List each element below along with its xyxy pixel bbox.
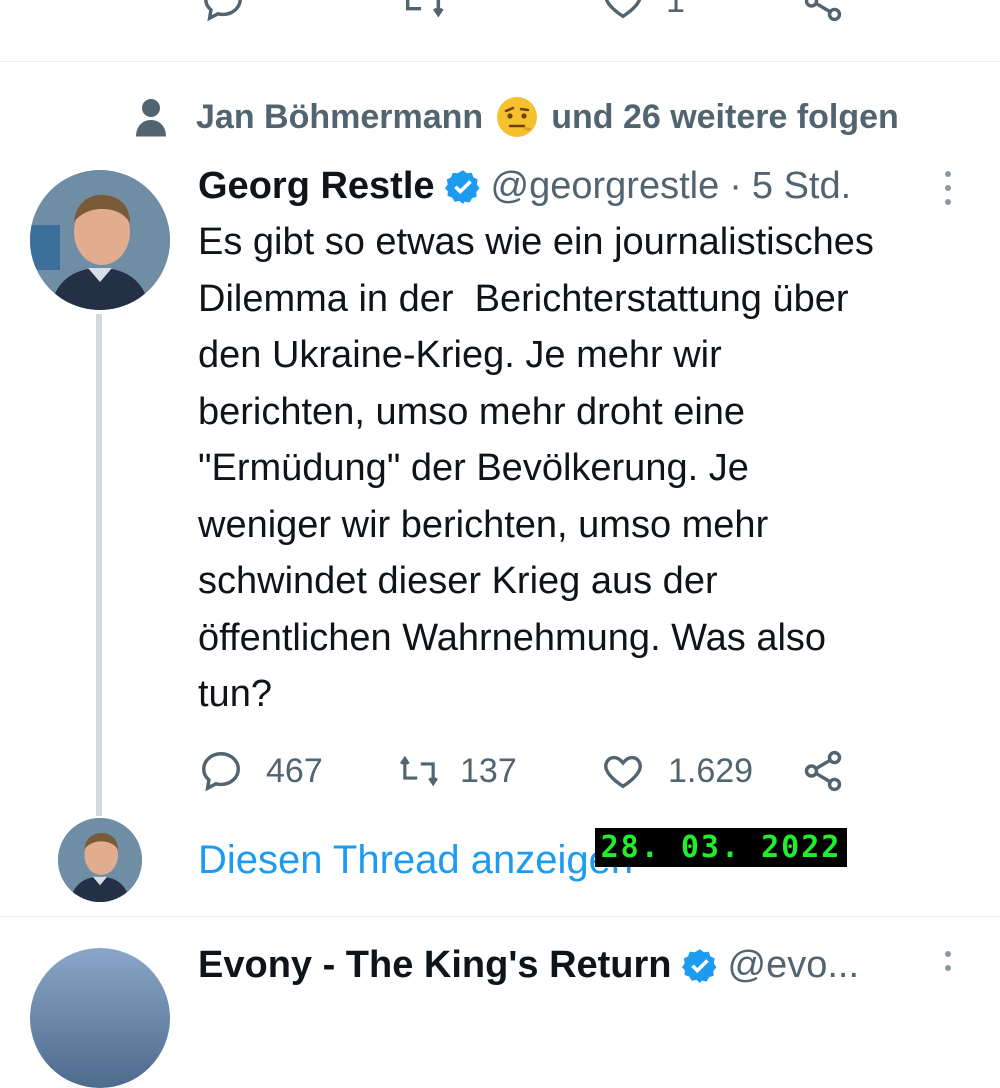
thread-line bbox=[96, 314, 102, 816]
tweet-header: Georg Restle @georgrestle · 5 Std. bbox=[198, 160, 978, 212]
tweet-actions: 467 137 1.629 bbox=[198, 745, 958, 797]
share-icon bbox=[804, 750, 842, 792]
like-count: 1 bbox=[666, 0, 685, 20]
reply-button[interactable]: 467 bbox=[198, 745, 323, 797]
thread-avatar[interactable] bbox=[58, 818, 142, 902]
share-button[interactable] bbox=[800, 745, 846, 797]
social-context-user[interactable]: Jan Böhmermann bbox=[196, 98, 483, 137]
retweet-count: 137 bbox=[460, 751, 517, 790]
person-icon bbox=[136, 99, 166, 137]
avatar[interactable] bbox=[30, 170, 170, 310]
author-name[interactable]: Georg Restle bbox=[198, 165, 435, 208]
reply-icon[interactable] bbox=[200, 0, 246, 24]
date-stamp: 28. 03. 2022 bbox=[595, 828, 847, 867]
verified-badge-icon bbox=[681, 949, 717, 983]
like-count: 1.629 bbox=[668, 751, 754, 790]
show-thread-link[interactable]: Diesen Thread anzeigen bbox=[198, 838, 633, 883]
more-options-icon[interactable] bbox=[938, 948, 958, 988]
reply-icon bbox=[202, 752, 240, 792]
tweet-divider bbox=[0, 61, 1000, 62]
raised-eyebrow-emoji-icon bbox=[497, 97, 538, 137]
like-icon bbox=[604, 755, 642, 789]
retweet-icon bbox=[399, 755, 439, 787]
header-separator: · bbox=[729, 164, 742, 207]
like-icon[interactable] bbox=[600, 0, 646, 24]
share-icon[interactable] bbox=[800, 0, 846, 24]
tweet-divider bbox=[0, 916, 1000, 917]
previous-tweet-actions: 1 bbox=[0, 0, 1000, 38]
retweet-button[interactable]: 137 bbox=[396, 745, 517, 797]
tweet-timestamp[interactable]: 5 Std. bbox=[752, 165, 851, 208]
author-handle[interactable]: @evo... bbox=[728, 944, 860, 987]
more-options-icon[interactable] bbox=[938, 168, 958, 208]
next-tweet-header: Evony - The King's Return @evo... bbox=[198, 940, 859, 990]
verified-badge-icon bbox=[444, 170, 480, 204]
next-tweet-avatar[interactable] bbox=[30, 948, 170, 1088]
tweet-text: Es gibt so etwas wie ein journalistische… bbox=[198, 221, 874, 715]
social-context-suffix: und 26 weitere folgen bbox=[551, 97, 899, 136]
like-button[interactable]: 1.629 bbox=[600, 745, 753, 797]
social-context[interactable]: Jan Böhmermann und 26 weitere folgen bbox=[136, 92, 899, 142]
author-name[interactable]: Evony - The King's Return bbox=[198, 944, 672, 987]
author-handle[interactable]: @georgrestle bbox=[491, 165, 720, 208]
reply-count: 467 bbox=[266, 751, 323, 790]
retweet-icon[interactable] bbox=[398, 0, 448, 24]
